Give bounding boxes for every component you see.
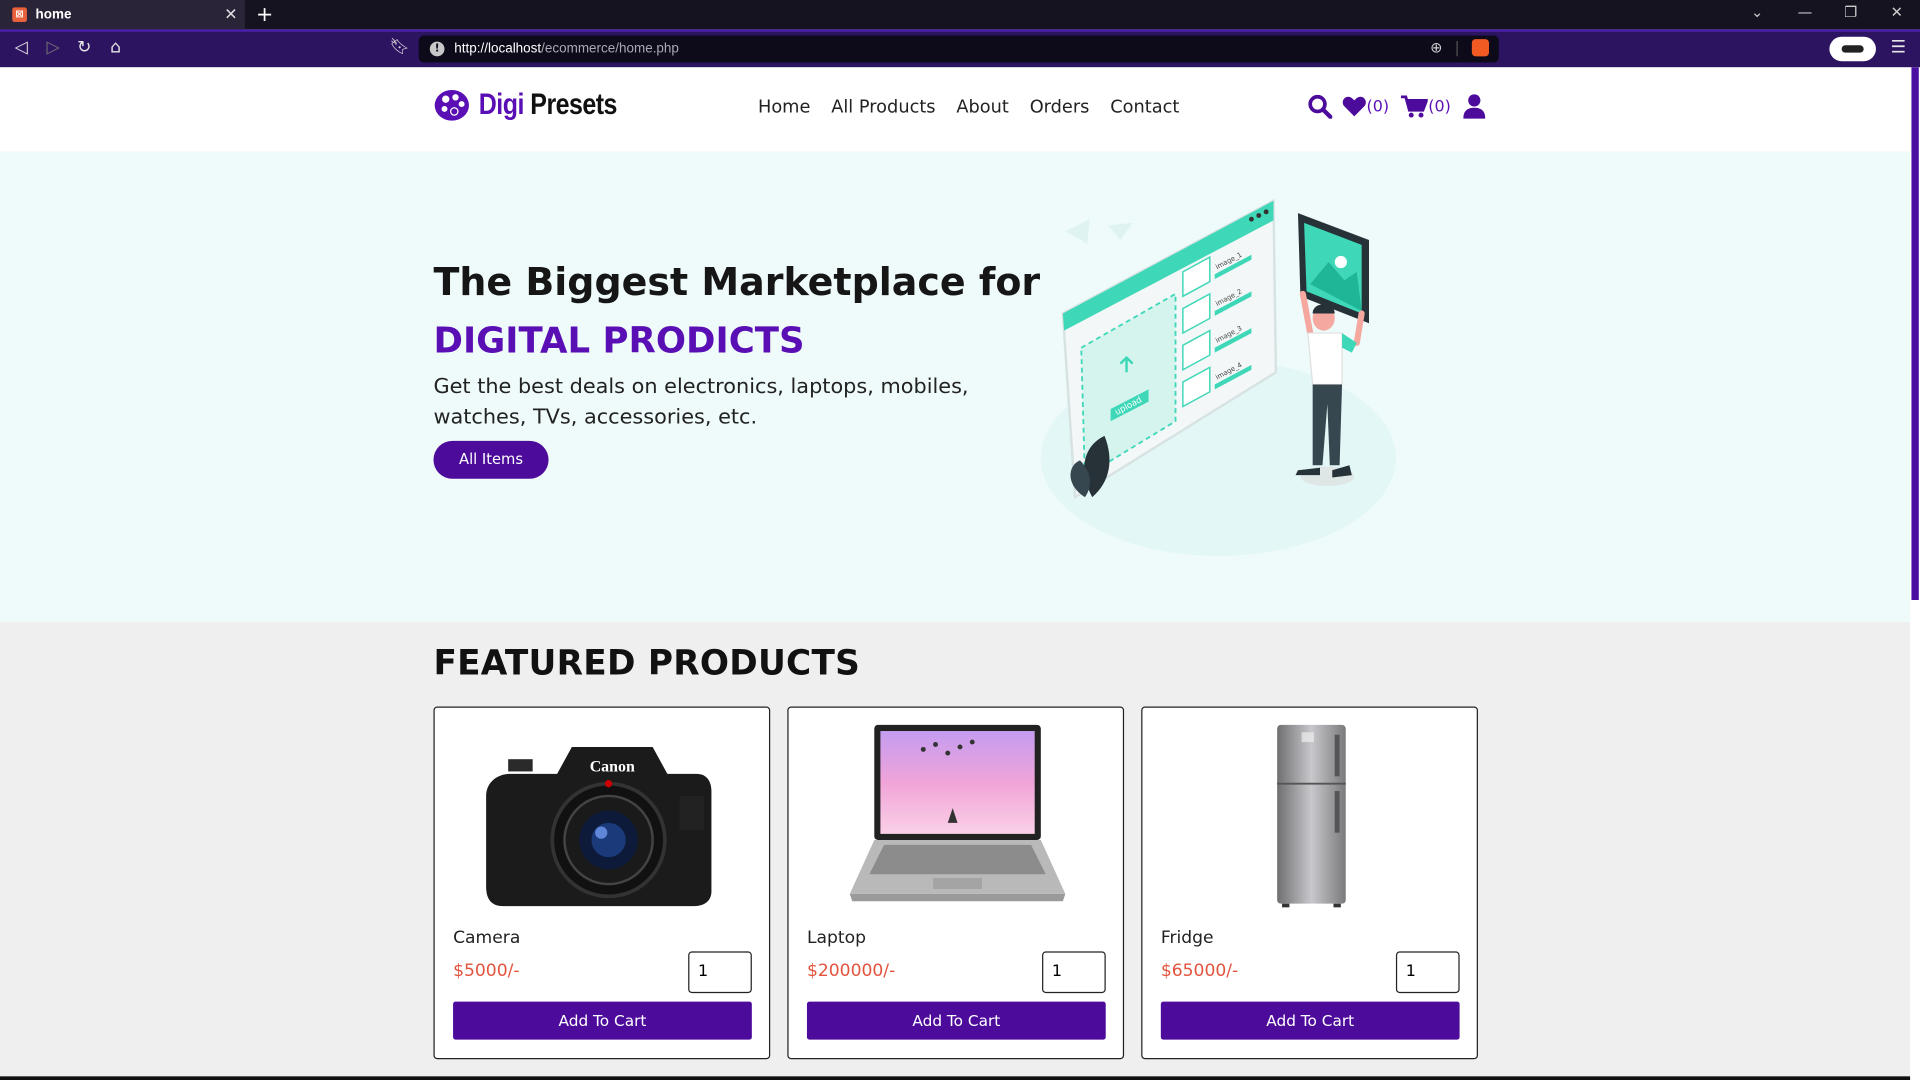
browser-tab[interactable]: ⊠ home ✕ — [0, 0, 245, 30]
camera-brand-label: Canon — [590, 758, 635, 775]
palette-logo-icon — [434, 90, 469, 121]
all-items-button[interactable]: All Items — [433, 440, 549, 479]
add-to-cart-button[interactable]: Add To Cart — [806, 1001, 1106, 1040]
brave-shields-icon[interactable] — [1471, 39, 1489, 57]
hero-highlight: DIGITAL PRODICTS — [433, 319, 805, 362]
nav-home[interactable]: Home — [758, 98, 810, 118]
add-to-cart-button[interactable]: Add To Cart — [1160, 1001, 1460, 1040]
xampp-favicon-icon: ⊠ — [12, 7, 27, 23]
page: Digi Presets Home All Products About Ord… — [0, 67, 1911, 1080]
site-header: Digi Presets Home All Products About Ord… — [0, 67, 1911, 152]
product-price: $65000/- — [1160, 961, 1239, 981]
hero-title: The Biggest Marketplace for — [433, 260, 1041, 305]
tab-title: home — [35, 7, 72, 23]
site-logo[interactable]: Digi Presets — [433, 88, 641, 122]
nav-contact[interactable]: Contact — [1110, 98, 1179, 118]
reload-icon[interactable]: ↻ — [77, 38, 91, 58]
product-card: Canon Camera $5000/- 1 Add To Cart — [433, 706, 771, 1060]
camera-image: Canon — [486, 746, 712, 907]
page-scrollbar[interactable] — [1910, 67, 1920, 1080]
nav-all-products[interactable]: All Products — [831, 98, 935, 118]
home-icon[interactable]: ⌂ — [110, 38, 121, 58]
product-name: Fridge — [1160, 928, 1214, 948]
back-icon[interactable]: ◁ — [15, 38, 28, 58]
logo-text-presets: Presets — [530, 88, 617, 122]
tab-list-icon[interactable]: ⌄ — [1751, 4, 1763, 21]
browser-toolbar: ◁ ▷ ↻ ⌂ 🔖︎ ! http://localhost/ecommerce/… — [0, 29, 1920, 68]
cart-count: (0) — [1428, 97, 1451, 116]
cart-link[interactable]: (0) — [1401, 94, 1451, 118]
bookmark-icon[interactable]: 🔖︎ — [389, 38, 409, 56]
address-bar[interactable]: ! http://localhost/ecommerce/home.php ⊕ … — [418, 35, 1499, 63]
forward-icon[interactable]: ▷ — [47, 38, 60, 58]
url-text: http://localhost/ecommerce/home.php — [454, 41, 679, 57]
logo-text-digi: Digi — [478, 88, 525, 122]
add-to-cart-button[interactable]: Add To Cart — [453, 1001, 752, 1040]
upload-illustration: upload image_1 image_2 image_3 image_4 — [1040, 198, 1396, 556]
header-icons: (0) (0) — [1308, 94, 1486, 119]
extension-glasses-icon[interactable] — [1829, 36, 1876, 62]
search-icon[interactable] — [1308, 94, 1333, 119]
laptop-image — [849, 724, 1066, 902]
close-tab-icon[interactable]: ✕ — [224, 6, 237, 24]
quantity-input[interactable]: 1 — [1395, 951, 1460, 994]
main-nav: Home All Products About Orders Contact — [758, 98, 1179, 118]
restore-icon[interactable]: ❐ — [1844, 4, 1857, 21]
quantity-input[interactable]: 1 — [1042, 951, 1106, 994]
nav-about[interactable]: About — [956, 98, 1009, 118]
hero-description: Get the best deals on electronics, lapto… — [433, 374, 969, 430]
wishlist-count: (0) — [1366, 97, 1390, 116]
product-price: $5000/- — [453, 961, 520, 981]
nav-orders[interactable]: Orders — [1030, 98, 1090, 118]
new-tab-icon[interactable]: + — [256, 2, 273, 26]
hero-section: The Biggest Marketplace for DIGITAL PROD… — [0, 151, 1911, 623]
page-bottom-edge — [0, 1076, 1911, 1080]
scrollbar-thumb[interactable] — [1911, 67, 1919, 601]
wishlist-link[interactable]: (0) — [1342, 96, 1389, 118]
site-info-icon[interactable]: ! — [429, 41, 445, 57]
close-window-icon[interactable]: ✕ — [1891, 4, 1903, 21]
zoom-icon[interactable]: ⊕ — [1430, 39, 1442, 56]
user-icon[interactable] — [1463, 94, 1486, 119]
minimize-icon[interactable]: — — [1798, 4, 1813, 21]
product-name: Camera — [453, 928, 521, 948]
product-card: Fridge $65000/- 1 Add To Cart — [1141, 706, 1478, 1060]
featured-title: FEATURED PRODUCTS — [433, 642, 861, 684]
fridge-image — [1277, 724, 1346, 908]
heart-icon — [1342, 96, 1366, 117]
browser-menu-icon[interactable]: ☰ — [1891, 38, 1906, 58]
cart-icon — [1401, 94, 1429, 117]
product-card: Laptop $200000/- 1 Add To Cart — [787, 706, 1125, 1060]
quantity-input[interactable]: 1 — [688, 951, 752, 994]
product-price: $200000/- — [806, 961, 896, 981]
product-name: Laptop — [806, 928, 866, 948]
browser-tab-bar: ⊠ home ✕ + ⌄ — ❐ ✕ — [0, 0, 1920, 30]
